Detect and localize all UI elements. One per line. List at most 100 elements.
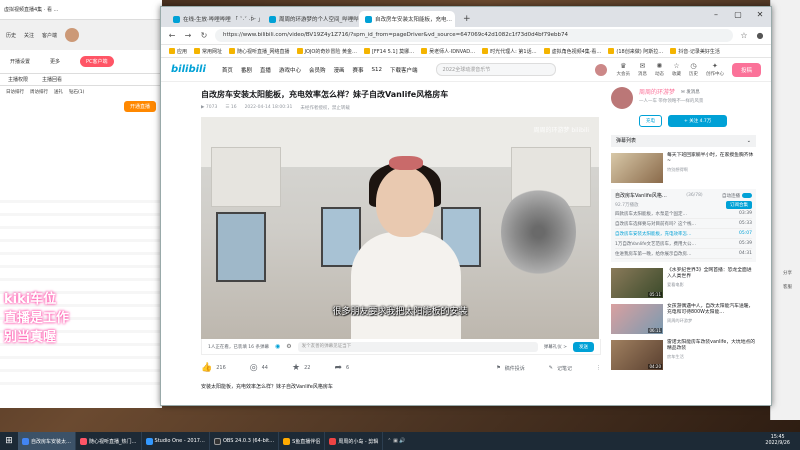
favorite-video-button[interactable]: ★ 22 bbox=[292, 363, 310, 373]
autoplay-toggle[interactable]: 自动连播 bbox=[722, 193, 752, 199]
history-tab[interactable]: 历史 bbox=[6, 32, 16, 39]
tab-video[interactable]: 自改房车安装太阳能板，充电…✕ bbox=[359, 11, 455, 27]
nav-download[interactable]: 下载客户端 bbox=[390, 66, 418, 74]
taskbar-item-browser[interactable]: 自改房车安装太… bbox=[18, 432, 77, 450]
nav-manga[interactable]: 漫画 bbox=[333, 66, 344, 74]
uploader-name[interactable]: 周周的环游梦 bbox=[639, 87, 675, 96]
charge-button[interactable]: 充电 bbox=[639, 115, 662, 127]
profile-icon[interactable]: ● bbox=[755, 31, 765, 40]
subscribe-playlist-button[interactable]: 订阅合集 bbox=[726, 201, 752, 209]
uploader-avatar[interactable] bbox=[611, 87, 633, 109]
send-danmaku-button[interactable]: 发送 bbox=[573, 341, 594, 352]
gift-tab[interactable]: 送礼 bbox=[54, 89, 63, 95]
new-tab-icon[interactable]: + bbox=[455, 11, 479, 27]
client-tab[interactable]: 客户端 bbox=[42, 32, 57, 39]
video-title: 自改房车安装太阳能板，充电效率怎么样？妹子自改Vanlife风格房车 bbox=[201, 90, 449, 99]
anchor-perm-tab[interactable]: 主播权限 bbox=[8, 76, 28, 83]
dynamic-button[interactable]: ✺ 动态 bbox=[655, 62, 664, 77]
recommend-item[interactable]: 每天下班回家躺半小时，在家摸鱼胸齐休~ 特别想得啊 bbox=[611, 153, 756, 183]
playlist-item-current[interactable]: 自改房车安装太阳能板，充电效率怎… 05:07 bbox=[615, 229, 752, 239]
pc-client-badge[interactable]: PC客户端 bbox=[80, 56, 114, 67]
open-live-button[interactable]: 开通直播 bbox=[123, 101, 156, 112]
playlist-item[interactable]: 1万自改Vanlife文艺范房车，费用大公… 05:39 bbox=[615, 239, 752, 249]
danmaku-list-header[interactable]: 弹幕列表 ⌄ bbox=[611, 135, 756, 147]
tab-live[interactable]: 在线-生放·哔哩哔哩 「 ˇ·ˇ ·ᐕ 」✕ bbox=[167, 11, 263, 27]
nav-mall[interactable]: 会员购 bbox=[309, 66, 326, 74]
bookmark-item[interactable]: 抖音·记录美好生活 bbox=[670, 48, 720, 55]
clock[interactable]: 15:45 2022/9/26 bbox=[755, 435, 800, 447]
history-button[interactable]: ◷ 历史 bbox=[689, 62, 698, 77]
like-button[interactable]: 👍 216 bbox=[201, 363, 226, 373]
recommend-item[interactable]: 05:11 《水罗纪世界3》全网首播：恐龙全面进入人类世界 爱看电影 bbox=[611, 268, 756, 298]
taskbar-item-studio[interactable]: Studio One - 2017… bbox=[142, 432, 210, 450]
star-icon[interactable]: ☆ bbox=[739, 31, 749, 40]
bookmark-item[interactable]: 时光代理人: 第1话… bbox=[482, 48, 537, 55]
recommend-item[interactable]: 06:11 女孩游偶遇中人，自改太阳能汽车送暖，充电和可待800W太阳能… 周周的… bbox=[611, 304, 756, 334]
vip-button[interactable]: ♛ 大会员 bbox=[616, 62, 630, 77]
playlist-item[interactable]: 四款房车太阳能板，水泵是个固定… 03:39 bbox=[615, 209, 752, 219]
live-settings-item[interactable]: 开播设置 bbox=[10, 58, 30, 65]
weekly-rank-tab[interactable]: 周访排行 bbox=[30, 89, 48, 95]
coin-button[interactable]: ◎ 44 bbox=[250, 363, 268, 373]
creator-button[interactable]: ✦ 创作中心 bbox=[706, 62, 724, 77]
danmaku-toggle-icon[interactable]: ◉ bbox=[275, 343, 280, 350]
recommend-item[interactable]: 04:20 雷诺太阳能房车改装vanlife，大坑地点的精品改装 房车生活 bbox=[611, 340, 756, 370]
playlist-title[interactable]: 自改房车Vanlife风格… bbox=[615, 192, 667, 199]
playlist-item[interactable]: 自改房车选择要与对目前有吗？这个栈… 05:33 bbox=[615, 219, 752, 229]
system-tray-icons[interactable]: ⌃ ▣ 🔊 bbox=[383, 438, 409, 444]
taskbar-item-live[interactable]: 随心视听直播_热门… bbox=[76, 432, 142, 450]
nav-esports[interactable]: 赛事 bbox=[352, 66, 363, 74]
bookmark-item[interactable]: 常用网址 bbox=[194, 48, 222, 55]
message-button[interactable]: ✉ 消息 bbox=[638, 62, 647, 77]
bookmark-item[interactable]: 应用 bbox=[169, 48, 187, 55]
danmaku-input[interactable]: 发个友善的弹幕见证当下 bbox=[297, 341, 538, 352]
nav-live[interactable]: 直播 bbox=[260, 66, 271, 74]
share-button[interactable]: ➦ 6 bbox=[334, 363, 349, 373]
nav-home[interactable]: 首页 bbox=[222, 66, 233, 74]
tab-space[interactable]: 周周的环游梦的个人空间_哔哩哔…✕ bbox=[263, 11, 359, 27]
close-window-icon[interactable]: ✕ bbox=[749, 7, 771, 23]
daily-rank-tab[interactable]: 日访排行 bbox=[6, 89, 24, 95]
service-rail-button[interactable]: 客服 bbox=[783, 284, 792, 290]
playlist-item[interactable]: 住进我房车第一晚，给你展示自改房… 04:31 bbox=[615, 249, 752, 259]
upload-button[interactable]: 投稿 bbox=[731, 62, 761, 77]
more-icon[interactable]: ⋮ bbox=[596, 365, 601, 371]
bookmark-item[interactable]: (18创来做) 阿斯拉… bbox=[608, 48, 663, 55]
minimize-icon[interactable]: – bbox=[705, 7, 727, 23]
share-rail-button[interactable]: 分享 bbox=[783, 270, 792, 276]
more-item[interactable]: 更多 bbox=[50, 58, 60, 65]
danmaku-settings-icon[interactable]: ⚙ bbox=[286, 343, 291, 350]
taskbar-item-obs[interactable]: OBS 24.0.3 (64-bit… bbox=[210, 432, 280, 450]
bookmark-item[interactable]: JOJO的奇妙冒险 黄金… bbox=[296, 48, 357, 55]
nav-anime[interactable]: 番剧 bbox=[241, 66, 252, 74]
taskbar-item-fish[interactable]: S鱼直播伴侣 bbox=[279, 432, 326, 450]
reload-icon[interactable]: ↻ bbox=[199, 31, 209, 40]
dynamic-icon: ✺ bbox=[656, 62, 663, 70]
nav-s12[interactable]: S12 bbox=[372, 67, 383, 73]
video-player[interactable]: 周周的环游梦 bilibili 很多朋友要求我把太阳能板的安装 bbox=[201, 117, 599, 339]
forward-icon[interactable]: → bbox=[183, 31, 193, 40]
diamond-tab[interactable]: 钻石(1) bbox=[69, 89, 84, 95]
danmaku-etiquette-link[interactable]: 弹幕礼仪 > bbox=[544, 344, 567, 350]
follow-tab[interactable]: 关注 bbox=[24, 32, 34, 39]
bilibili-logo[interactable]: bilibili bbox=[171, 64, 206, 75]
windows-start-icon[interactable]: ⊞ bbox=[0, 432, 18, 450]
bookmark-item[interactable]: [FF14 5.1] 莫娜… bbox=[363, 48, 414, 55]
notes-button[interactable]: ✎ 记笔记 bbox=[549, 365, 572, 372]
url-input[interactable]: https://www.bilibili.com/video/BV19Z4y1Z… bbox=[215, 29, 733, 42]
search-input[interactable]: 2022全球动漫音乐节 bbox=[435, 63, 556, 76]
anchor-replay-tab[interactable]: 主播回看 bbox=[42, 76, 62, 83]
back-icon[interactable]: ← bbox=[167, 31, 177, 40]
app-avatar[interactable] bbox=[65, 28, 80, 42]
report-button[interactable]: ⚑ 稿件投诉 bbox=[496, 365, 525, 372]
nav-game[interactable]: 游戏中心 bbox=[279, 66, 301, 74]
send-message-link[interactable]: ✉ 发消息 bbox=[681, 89, 700, 95]
avatar[interactable] bbox=[594, 62, 609, 77]
bookmark-item[interactable]: 随心视听直播_网络直播 bbox=[229, 48, 290, 55]
taskbar-item-edit[interactable]: 周周的小岛 - 剪辑 bbox=[325, 432, 384, 450]
bookmark-item[interactable]: 吴老师人·IDNVAD… bbox=[421, 48, 475, 55]
favorite-button[interactable]: ☆ 收藏 bbox=[672, 62, 681, 77]
maximize-icon[interactable]: ▢ bbox=[727, 7, 749, 23]
bookmark-item[interactable]: 虚拟角色视频4集·看… bbox=[543, 48, 601, 55]
follow-button[interactable]: + 关注 4.7万 bbox=[668, 115, 728, 127]
